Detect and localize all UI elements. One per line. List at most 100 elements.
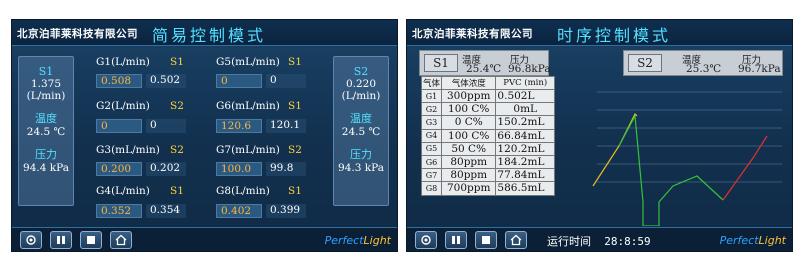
gas-cell: G7 xyxy=(420,168,443,183)
concentration-cell: 50 C% xyxy=(441,141,497,156)
setpoint-field[interactable]: 100.0 xyxy=(216,162,262,176)
top-bar: 北京泊菲莱科技有限公司 时序控制模式 xyxy=(407,20,792,46)
stop-button[interactable] xyxy=(475,231,497,249)
pressure-label: 压力 xyxy=(350,148,372,161)
setpoint-field[interactable]: 0.508 xyxy=(96,74,142,88)
table-row[interactable]: G1 300ppm 0.502L xyxy=(420,88,555,104)
gear-icon xyxy=(421,235,431,245)
plot-gridlines xyxy=(597,91,782,183)
source-flow: 1.375 xyxy=(30,78,62,90)
timed-control-screen: 北京泊菲莱科技有限公司 时序控制模式 S1 温度 25.4℃ 压力 96.8kP… xyxy=(406,19,793,252)
channel-source: S1 xyxy=(288,100,302,112)
channel-label: G5(mL/min) xyxy=(216,56,280,68)
gas-cell: G4 xyxy=(420,128,443,143)
pvc-cell: 0.502L xyxy=(495,88,555,104)
channel-label: G4(L/min) xyxy=(96,185,150,197)
source-flow: 0.220 xyxy=(345,78,377,90)
pvc-cell: 120.2mL xyxy=(495,141,555,156)
channel-source: S2 xyxy=(288,144,302,156)
table-row[interactable]: G2 100 C% 0mL xyxy=(420,102,555,117)
perfectlight-logo: PerfectLight xyxy=(324,234,391,247)
actual-value: 0.354 xyxy=(146,204,186,218)
channel-label: G1(L/min) xyxy=(96,56,150,68)
temperature-value: 25.3℃ xyxy=(686,63,722,75)
pvc-cell: 150.2mL xyxy=(495,115,555,130)
source-info-s1: S1 温度 25.4℃ 压力 96.8kPa xyxy=(419,50,551,76)
pressure-value: 96.7kPa xyxy=(738,63,781,75)
pvc-cell: 184.2mL xyxy=(495,154,555,170)
setpoint-field[interactable]: 0.352 xyxy=(96,204,142,218)
table-row[interactable]: G3 0 C% 150.2mL xyxy=(420,115,555,130)
channel-source: S1 xyxy=(288,185,302,197)
channel-label: G6(mL/min) xyxy=(216,100,280,112)
table-row[interactable]: G7 80ppm 77.84mL xyxy=(420,168,555,183)
setpoint-field[interactable]: 0 xyxy=(216,74,262,88)
table-header-row: 气体 气体浓度 PVC (min) xyxy=(420,76,555,90)
table-row[interactable]: G4 100 C% 66.84mL xyxy=(420,128,555,143)
pause-icon xyxy=(452,236,460,244)
concentration-cell: 80ppm xyxy=(441,154,497,170)
gas-cell: G3 xyxy=(420,115,443,130)
company-name: 北京泊菲莱科技有限公司 xyxy=(17,28,138,40)
table-row[interactable]: G8 700ppm 586.5mL xyxy=(420,181,555,196)
gas-cell: G8 xyxy=(420,181,443,196)
channel-source: S2 xyxy=(170,144,184,156)
pause-icon xyxy=(57,236,65,244)
source-info-s2: S2 温度 25.3℃ 压力 96.7kPa xyxy=(623,50,783,76)
gas-cell: G1 xyxy=(420,88,443,104)
actual-value: 0.202 xyxy=(146,162,186,176)
home-icon xyxy=(115,234,127,246)
setpoint-field[interactable]: 0.200 xyxy=(96,162,142,176)
channel-source: S2 xyxy=(170,100,184,112)
settings-button[interactable] xyxy=(415,231,437,249)
pvc-cell: 0mL xyxy=(495,102,555,117)
pressure-label: 压力 xyxy=(35,148,57,161)
home-icon xyxy=(510,234,522,246)
channel-source: S1 xyxy=(170,185,184,197)
stop-button[interactable] xyxy=(80,231,102,249)
temperature-value: 25.4℃ xyxy=(466,63,502,75)
table-row[interactable]: G5 50 C% 120.2mL xyxy=(420,141,555,156)
setpoint-field[interactable]: 0.402 xyxy=(216,204,262,218)
temperature-value: 24.5 ℃ xyxy=(26,126,66,138)
gas-cell: G6 xyxy=(420,154,443,170)
pressure-value: 94.4 kPa xyxy=(23,162,69,174)
pause-button[interactable] xyxy=(50,231,72,249)
settings-button[interactable] xyxy=(20,231,42,249)
gear-icon xyxy=(26,235,36,245)
source-name: S2 xyxy=(353,65,369,78)
channel-source: S1 xyxy=(170,56,184,68)
concentration-cell: 100 C% xyxy=(441,102,497,117)
table-row[interactable]: G6 80ppm 184.2mL xyxy=(420,154,555,170)
channel-label: G7(mL/min) xyxy=(216,144,280,156)
company-name: 北京泊菲莱科技有限公司 xyxy=(412,28,533,40)
source-panel-s1: S1 1.375 (L/min) 温度 24.5 ℃ 压力 94.4 kPa xyxy=(18,56,74,206)
pressure-value: 94.3 kPa xyxy=(338,162,384,174)
bottom-bar: PerfectLight xyxy=(12,227,397,251)
top-bar: 北京泊菲莱科技有限公司 简易控制模式 xyxy=(12,20,397,46)
home-button[interactable] xyxy=(505,231,527,249)
bottom-bar: 运行时间 28:8:59 PerfectLight xyxy=(407,227,792,251)
concentration-cell: 100 C% xyxy=(441,128,497,143)
pause-button[interactable] xyxy=(445,231,467,249)
stop-icon xyxy=(482,236,490,244)
simple-control-screen: 北京泊菲莱科技有限公司 简易控制模式 S1 1.375 (L/min) 温度 2… xyxy=(11,19,398,252)
temperature-label: 温度 xyxy=(35,112,57,125)
gas-table: 气体 气体浓度 PVC (min) G1 300ppm 0.502L G2 100 C… xyxy=(420,76,555,196)
actual-value: 0 xyxy=(266,74,306,88)
home-button[interactable] xyxy=(110,231,132,249)
pvc-cell: 586.5mL xyxy=(495,181,555,196)
concentration-cell: 0 C% xyxy=(441,115,497,130)
setpoint-field[interactable]: 120.6 xyxy=(216,119,262,133)
column-header: PVC (min) xyxy=(495,76,555,90)
column-header: 气体 xyxy=(420,76,443,90)
concentration-cell: 300ppm xyxy=(441,88,497,104)
channel-source: S1 xyxy=(288,56,302,68)
setpoint-field[interactable]: 0 xyxy=(96,119,142,133)
run-time-value: 28:8:59 xyxy=(604,235,651,248)
channel-label: G2(L/min) xyxy=(96,100,150,112)
gas-cell: G5 xyxy=(420,141,443,156)
actual-value: 0.399 xyxy=(266,204,306,218)
sequence-plot xyxy=(592,91,782,226)
trace-green xyxy=(618,113,724,226)
